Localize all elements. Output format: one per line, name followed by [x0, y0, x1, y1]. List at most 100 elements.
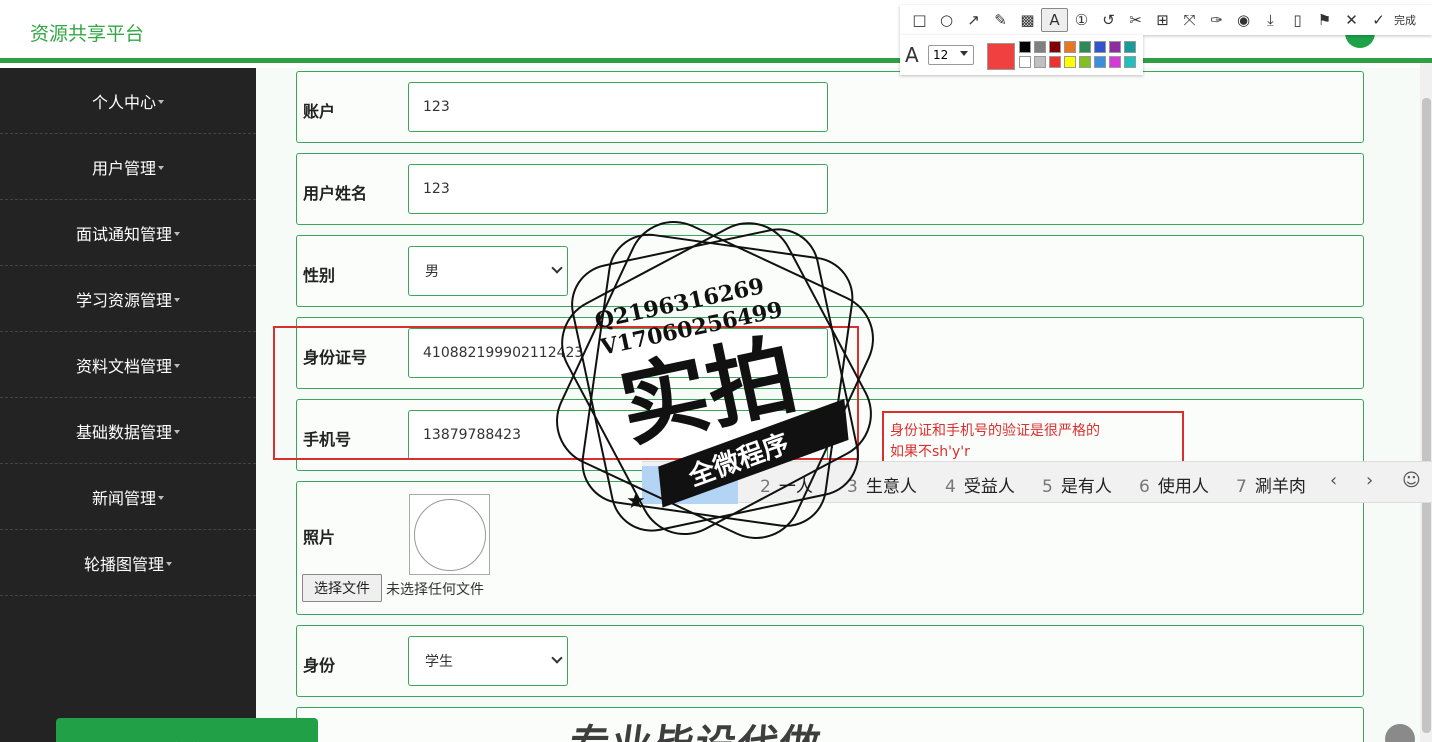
- color-swatch[interactable]: [1034, 41, 1046, 53]
- annotation-text-line2: 如果不sh'y'r: [890, 444, 970, 460]
- circle-icon[interactable]: ○: [933, 8, 960, 32]
- ime-candidate[interactable]: 5 是有人: [1042, 472, 1112, 497]
- sidebar-item-documents[interactable]: 资料文档管理: [0, 332, 256, 398]
- color-swatch[interactable]: [1049, 41, 1061, 53]
- form-row-name: 用户姓名 123: [296, 153, 1364, 225]
- gender-selected-value: 男: [425, 264, 439, 280]
- sidebar-item-label: 个人中心: [91, 92, 156, 112]
- bottom-watermark-text: 专业毕设代做: [566, 712, 826, 742]
- check-icon[interactable]: ✓: [1365, 8, 1392, 32]
- role-label: 身份: [303, 656, 336, 675]
- color-swatch[interactable]: [1064, 41, 1076, 53]
- caret-down-icon: [174, 363, 180, 368]
- ime-next-page-icon[interactable]: ›: [1366, 470, 1373, 491]
- sidebar-item-personal-center[interactable]: 个人中心: [0, 68, 256, 134]
- broken-image-icon: [414, 499, 486, 571]
- mosaic-icon[interactable]: ▩: [1014, 8, 1041, 32]
- highlight-rectangle: [273, 326, 859, 460]
- annotation-text-box[interactable]: 身份证和手机号的验证是很严格的 如果不sh'y'r: [882, 411, 1184, 463]
- sidebar-item-carousel[interactable]: 轮播图管理: [0, 530, 256, 596]
- color-swatch[interactable]: [1019, 41, 1031, 53]
- sidebar-item-label: 基础数据管理: [75, 422, 172, 442]
- color-swatch[interactable]: [1109, 41, 1121, 53]
- fullscreen-icon[interactable]: ⤧: [1176, 8, 1203, 32]
- form-row-role: 身份 学生: [296, 625, 1364, 697]
- caret-down-icon: [174, 429, 180, 434]
- color-swatch[interactable]: [1124, 56, 1136, 68]
- ime-candidate[interactable]: 6 使用人: [1139, 472, 1209, 497]
- number-icon[interactable]: ①: [1068, 8, 1095, 32]
- color-swatch[interactable]: [1064, 56, 1076, 68]
- sidebar: 个人中心 用户管理 面试通知管理 学习资源管理 资料文档管理 基础数据管理 新闻…: [0, 68, 256, 742]
- close-icon[interactable]: ✕: [1338, 8, 1365, 32]
- rectangle-icon[interactable]: □: [906, 8, 933, 32]
- caret-down-icon: [174, 231, 180, 236]
- record-icon[interactable]: ◉: [1230, 8, 1257, 32]
- ime-candidate-bar: 2 一人 3 生意人 4 受益人 5 是有人 6 使用人 7 涮羊肉 ‹ › ☺: [642, 461, 1432, 504]
- sidebar-item-label: 学习资源管理: [75, 290, 172, 310]
- color-swatch[interactable]: [1094, 56, 1106, 68]
- color-swatch[interactable]: [1094, 41, 1106, 53]
- ime-candidate[interactable]: 7 涮羊肉: [1236, 472, 1306, 497]
- annotation-text-line1: 身份证和手机号的验证是很严格的: [890, 423, 1100, 439]
- form-row-actions: [296, 707, 1364, 742]
- pencil-icon[interactable]: ✎: [987, 8, 1014, 32]
- sidebar-item-label: 面试通知管理: [75, 224, 172, 244]
- caret-down-icon: [166, 561, 172, 566]
- choose-file-button[interactable]: 选择文件: [302, 574, 382, 602]
- caret-down-icon: [174, 297, 180, 302]
- caret-down-icon: [158, 495, 164, 500]
- done-button[interactable]: 完成: [1394, 12, 1416, 28]
- ime-prev-page-icon[interactable]: ‹: [1330, 470, 1337, 491]
- brand-title: 资源共享平台: [30, 23, 145, 45]
- role-select[interactable]: 学生: [408, 636, 568, 686]
- bookmark-icon[interactable]: ⚑: [1311, 8, 1338, 32]
- sidebar-item-label: 资料文档管理: [75, 356, 172, 376]
- chevron-down-icon: [551, 652, 563, 664]
- emoji-icon[interactable]: ☺: [1402, 470, 1421, 491]
- chevron-down-icon: [551, 262, 563, 274]
- sidebar-item-learning-resources[interactable]: 学习资源管理: [0, 266, 256, 332]
- caret-down-icon: [158, 165, 164, 170]
- device-icon[interactable]: ▯: [1284, 8, 1311, 32]
- color-swatch[interactable]: [1049, 56, 1061, 68]
- sidebar-item-label: 新闻管理: [91, 488, 156, 508]
- form-row-gender: 性别 男: [296, 235, 1364, 307]
- add-button[interactable]: 新增: [56, 718, 318, 742]
- ime-selected-candidate[interactable]: [642, 466, 738, 504]
- name-input[interactable]: 123: [408, 164, 828, 214]
- color-swatch[interactable]: [1034, 56, 1046, 68]
- ime-candidate[interactable]: 2 一人: [760, 472, 813, 497]
- sidebar-item-label: 用户管理: [91, 158, 156, 178]
- current-color-swatch[interactable]: [987, 43, 1015, 70]
- form-row-account: 账户 123: [296, 71, 1364, 143]
- color-swatch[interactable]: [1019, 56, 1031, 68]
- color-swatch[interactable]: [1079, 41, 1091, 53]
- ime-candidate[interactable]: 4 受益人: [945, 472, 1015, 497]
- color-swatch[interactable]: [1109, 56, 1121, 68]
- text-icon[interactable]: A: [1041, 8, 1068, 32]
- color-swatch[interactable]: [1124, 41, 1136, 53]
- undo-icon[interactable]: ↺: [1095, 8, 1122, 32]
- font-icon: A: [905, 43, 919, 67]
- account-label: 账户: [303, 102, 336, 121]
- scrollbar-thumb[interactable]: [1422, 98, 1431, 733]
- pin-icon[interactable]: ✑: [1203, 8, 1230, 32]
- photo-preview: [409, 494, 490, 575]
- cut-icon[interactable]: ✂: [1122, 8, 1149, 32]
- caret-down-icon: [158, 99, 164, 104]
- account-input[interactable]: 123: [408, 82, 828, 132]
- photo-label: 照片: [303, 528, 336, 547]
- role-selected-value: 学生: [425, 654, 453, 670]
- sidebar-item-base-data[interactable]: 基础数据管理: [0, 398, 256, 464]
- download-icon[interactable]: ⤓: [1257, 8, 1284, 32]
- ocr-icon[interactable]: ⊞: [1149, 8, 1176, 32]
- sidebar-item-news[interactable]: 新闻管理: [0, 464, 256, 530]
- gender-select[interactable]: 男: [408, 246, 568, 296]
- ime-candidate[interactable]: 3 生意人: [847, 472, 917, 497]
- sidebar-item-user-management[interactable]: 用户管理: [0, 134, 256, 200]
- sidebar-item-interview-notice[interactable]: 面试通知管理: [0, 200, 256, 266]
- color-swatch[interactable]: [1079, 56, 1091, 68]
- arrow-icon[interactable]: ↗: [960, 8, 987, 32]
- font-size-select[interactable]: 12: [928, 45, 974, 65]
